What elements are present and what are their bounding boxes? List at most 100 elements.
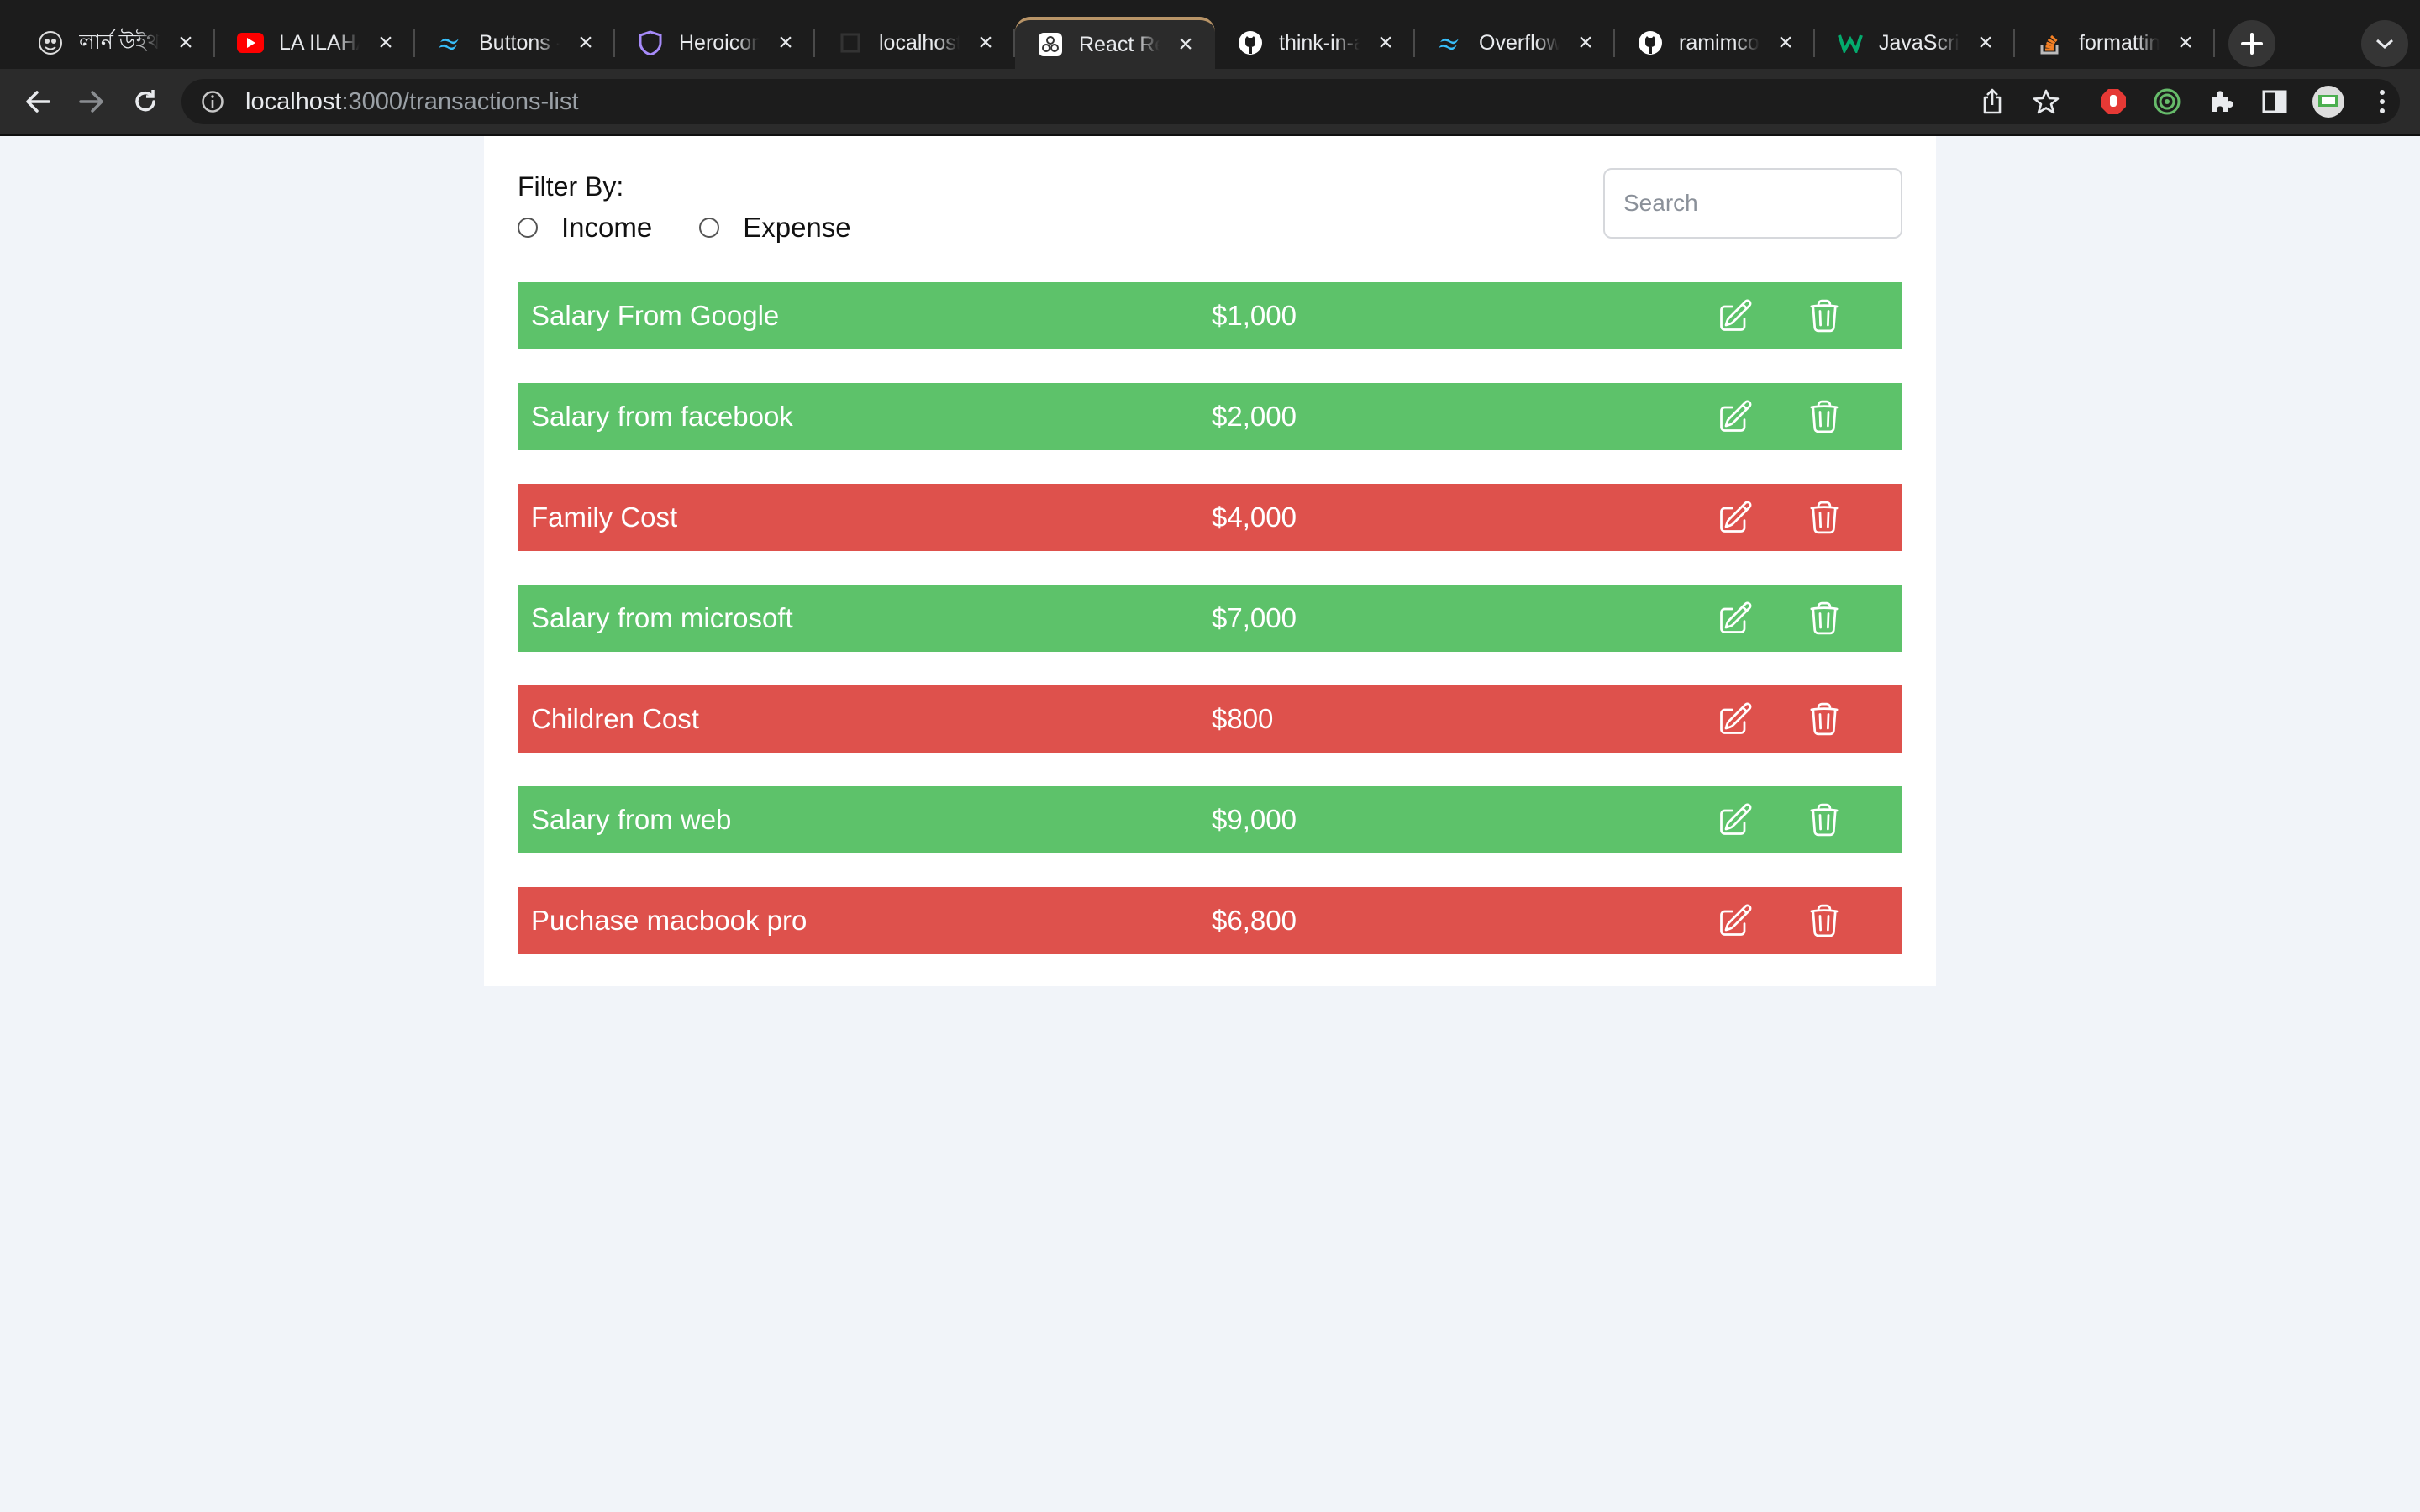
edit-button[interactable]: [1714, 295, 1756, 337]
delete-button[interactable]: [1803, 698, 1845, 740]
transaction-name: Children Cost: [531, 703, 699, 734]
sidebar-icon[interactable]: [2255, 82, 2294, 121]
close-icon[interactable]: ×: [375, 30, 397, 55]
transaction-row: Children Cost $800: [518, 685, 1902, 753]
transactions-card: Filter By: Income Expense Salary From Go…: [484, 136, 1936, 986]
delete-button[interactable]: [1803, 295, 1845, 337]
close-icon[interactable]: ×: [1775, 30, 1797, 55]
transaction-name: Puchase macbook pro: [531, 905, 808, 936]
pencil-square-icon: [1720, 803, 1752, 835]
browser-tab[interactable]: Heroicons ×: [615, 17, 815, 69]
youtube-icon: [237, 29, 264, 56]
tab-title: Overflow: [1479, 30, 1560, 55]
search-input[interactable]: [1603, 168, 1902, 239]
delete-button[interactable]: [1803, 496, 1845, 538]
expense-filter-option[interactable]: Expense: [699, 212, 851, 244]
transaction-amount: $4,000: [1212, 501, 1297, 533]
edit-button[interactable]: [1714, 799, 1756, 841]
browser-tab[interactable]: ramimcod ×: [1615, 17, 1815, 69]
bookmark-star-icon[interactable]: [2027, 82, 2065, 121]
close-icon[interactable]: ×: [775, 30, 797, 55]
browser-toolbar: localhost:3000/transactions-list: [0, 69, 2420, 136]
edit-button[interactable]: [1714, 900, 1756, 942]
delete-button[interactable]: [1803, 396, 1845, 438]
browser-tab-active[interactable]: React Rea ×: [1015, 17, 1215, 69]
tab-title: Buttons -: [479, 30, 560, 55]
delete-button[interactable]: [1803, 799, 1845, 841]
close-icon[interactable]: ×: [1375, 30, 1397, 55]
back-button[interactable]: [17, 81, 59, 123]
trash-icon: [1810, 299, 1839, 333]
puzzle-icon[interactable]: [2202, 82, 2240, 121]
tailwind-icon: [437, 29, 464, 56]
browser-tab[interactable]: লার্ন উইথ সু ×: [15, 17, 215, 69]
transaction-amount: $9,000: [1212, 804, 1297, 835]
delete-button[interactable]: [1803, 597, 1845, 639]
adblock-extension-icon[interactable]: [2094, 82, 2133, 121]
browser-tab[interactable]: Overflow ×: [1415, 17, 1615, 69]
edit-button[interactable]: [1714, 597, 1756, 639]
tab-title: Heroicons: [679, 30, 760, 55]
github-icon: [1237, 29, 1264, 56]
chevron-down-icon: [2376, 39, 2393, 50]
trash-icon: [1810, 601, 1839, 635]
transaction-name: Salary From Google: [531, 300, 780, 331]
browser-tab-strip: লার্ন উইথ সু × LA ILAHA × Buttons - × He…: [0, 0, 2420, 69]
stackoverflow-icon: [2037, 29, 2064, 56]
trash-icon: [1810, 702, 1839, 736]
close-icon[interactable]: ×: [1975, 30, 1996, 55]
transaction-row: Salary from microsoft $7,000: [518, 585, 1902, 652]
address-bar[interactable]: localhost:3000/transactions-list: [182, 79, 2400, 124]
browser-tab[interactable]: JavaScrip ×: [1815, 17, 2015, 69]
close-icon[interactable]: ×: [1175, 32, 1197, 57]
pencil-square-icon: [1720, 904, 1752, 936]
tab-search-button[interactable]: [2361, 20, 2408, 67]
browser-tab[interactable]: formatting ×: [2015, 17, 2215, 69]
pencil-square-icon: [1720, 299, 1752, 331]
avatar[interactable]: [2309, 82, 2348, 121]
income-filter-option[interactable]: Income: [518, 212, 652, 244]
edit-button[interactable]: [1714, 496, 1756, 538]
tab-title: think-in-a: [1279, 30, 1360, 55]
forward-button[interactable]: [71, 81, 113, 123]
transaction-row: Salary from web $9,000: [518, 786, 1902, 853]
tab-title: JavaScrip: [1879, 30, 1960, 55]
new-tab-button[interactable]: [2228, 20, 2275, 67]
edit-button[interactable]: [1714, 698, 1756, 740]
edit-button[interactable]: [1714, 396, 1756, 438]
pencil-square-icon: [1720, 501, 1752, 533]
share-icon[interactable]: [1973, 82, 2012, 121]
info-icon[interactable]: [198, 87, 227, 116]
transaction-amount: $7,000: [1212, 602, 1297, 633]
tab-title: লার্ন উইথ সু: [79, 29, 160, 54]
reload-button[interactable]: [124, 81, 166, 123]
tab-title: formatting: [2079, 30, 2160, 55]
tab-title: LA ILAHA: [279, 30, 360, 55]
browser-tab[interactable]: LA ILAHA ×: [215, 17, 415, 69]
target-extension-icon[interactable]: [2148, 82, 2186, 121]
close-icon[interactable]: ×: [2175, 30, 2196, 55]
browser-tab[interactable]: localhost: ×: [815, 17, 1015, 69]
close-icon[interactable]: ×: [575, 30, 597, 55]
more-menu-icon[interactable]: [2363, 82, 2402, 121]
close-icon[interactable]: ×: [975, 30, 997, 55]
pencil-square-icon: [1720, 601, 1752, 633]
pencil-square-icon: [1720, 702, 1752, 734]
url-text: localhost:3000/transactions-list: [245, 87, 579, 115]
close-icon[interactable]: ×: [1575, 30, 1597, 55]
delete-button[interactable]: [1803, 900, 1845, 942]
income-radio[interactable]: [518, 218, 538, 238]
transaction-row: Family Cost $4,000: [518, 484, 1902, 551]
custom-icon: [37, 29, 64, 56]
expense-radio-label[interactable]: Expense: [743, 212, 850, 244]
browser-tab[interactable]: Buttons - ×: [415, 17, 615, 69]
expense-radio[interactable]: [699, 218, 720, 238]
arrow-left-icon: [26, 91, 50, 113]
income-radio-label[interactable]: Income: [561, 212, 652, 244]
transaction-amount: $2,000: [1212, 401, 1297, 432]
close-icon[interactable]: ×: [175, 30, 197, 55]
react-router-icon: [1037, 31, 1064, 58]
browser-tab[interactable]: think-in-a ×: [1215, 17, 1415, 69]
transaction-row: Salary From Google $1,000: [518, 282, 1902, 349]
transaction-name: Salary from facebook: [531, 401, 793, 432]
